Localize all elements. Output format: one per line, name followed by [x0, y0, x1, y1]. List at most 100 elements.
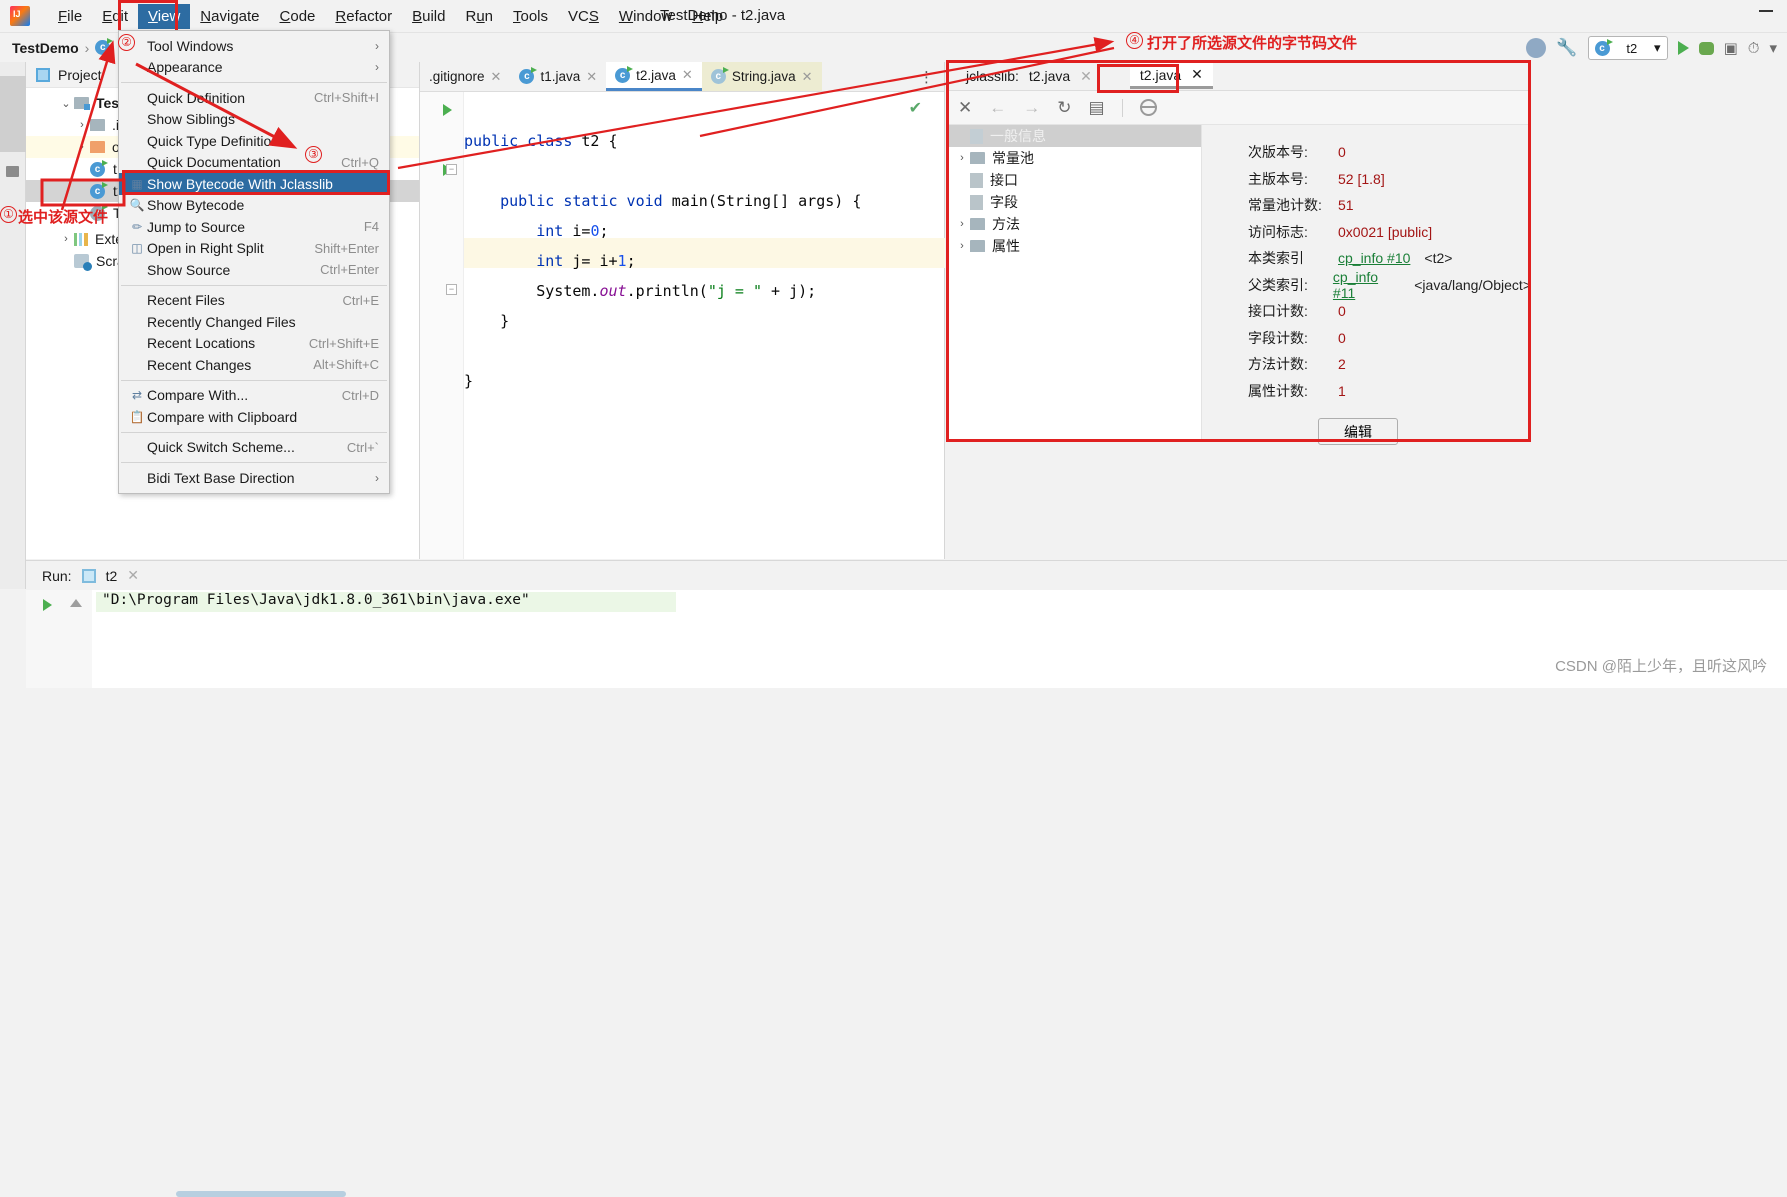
chevron-right-icon[interactable]: › — [954, 240, 970, 252]
menu-item-open-in-right-split[interactable]: ◫ Open in Right Split Shift+Enter — [119, 238, 389, 260]
structure-icon[interactable] — [6, 166, 19, 177]
menu-item-show-bytecode[interactable]: 🔍 Show Bytecode — [119, 195, 389, 217]
menu-item-label: Tool Windows — [147, 37, 234, 54]
back-icon[interactable]: ← — [989, 98, 1006, 118]
chevron-right-icon[interactable]: › — [954, 152, 970, 164]
menu-item-label: Recently Changed Files — [147, 313, 296, 330]
edit-button[interactable]: 编辑 — [1318, 418, 1398, 445]
tool-tab-project[interactable]: Project — [0, 76, 26, 152]
chevron-right-icon[interactable]: › — [74, 141, 90, 153]
menu-vcs[interactable]: VCS — [558, 4, 609, 29]
jclasslib-detail-pane: 次版本号: 0 主版本号: 52 [1.8] 常量池计数: 51 访问标志: 0… — [1202, 125, 1531, 445]
menu-build[interactable]: Build — [402, 4, 455, 29]
jclasslib-tab-prefix: jclasslib: — [966, 68, 1019, 84]
chevron-down-icon[interactable]: ▾ — [1654, 40, 1661, 56]
scroll-up-icon[interactable] — [70, 599, 82, 607]
menu-code[interactable]: Code — [270, 4, 326, 29]
editor-tab-string[interactable]: c String.java ✕ — [701, 62, 822, 91]
jclasslib-node-attributes[interactable]: › 属性 — [946, 235, 1201, 257]
avatar-icon[interactable] — [1526, 38, 1547, 58]
menu-edit[interactable]: Edit — [92, 4, 138, 29]
more-icon[interactable]: ▾ — [1769, 39, 1777, 57]
fold-icon[interactable]: − — [446, 284, 457, 295]
close-icon[interactable]: ✕ — [491, 69, 502, 85]
menu-file[interactable]: File — [48, 4, 92, 29]
inspection-status-icon[interactable]: ✔ — [909, 98, 922, 118]
menu-item-show-source[interactable]: Show Source Ctrl+Enter — [119, 259, 389, 281]
menu-item-compare-with-clipboard[interactable]: 📋 Compare with Clipboard — [119, 406, 389, 428]
breadcrumb-project[interactable]: TestDemo — [12, 40, 79, 56]
menu-item-appearance[interactable]: Appearance › — [119, 57, 389, 79]
menu-item-tool-windows[interactable]: Tool Windows › — [119, 35, 389, 57]
menu-item-compare-with[interactable]: ⇄ Compare With... Ctrl+D — [119, 385, 389, 407]
menu-item-quick-documentation[interactable]: Quick Documentation Ctrl+Q — [119, 152, 389, 174]
menu-item-bidi-text-base-direction[interactable]: Bidi Text Base Direction › — [119, 467, 389, 489]
detail-row-minor-version: 次版本号: 0 — [1248, 139, 1531, 166]
chevron-right-icon[interactable]: › — [74, 119, 90, 131]
menu-item-show-bytecode-with-jclasslib[interactable]: ▦ Show Bytecode With Jclasslib — [119, 173, 389, 195]
run-configuration-selector[interactable]: c t2 ▾ — [1587, 36, 1668, 60]
jclasslib-node-fields[interactable]: 字段 — [946, 191, 1201, 213]
close-icon[interactable]: ✕ — [127, 567, 139, 584]
code-content[interactable]: public class t2 { public static void mai… — [464, 92, 945, 559]
wrench-icon[interactable]: 🔧 — [1556, 38, 1577, 58]
menu-item-recent-locations[interactable]: Recent Locations Ctrl+Shift+E — [119, 333, 389, 355]
menu-item-jump-to-source[interactable]: ✏ Jump to Source F4 — [119, 216, 389, 238]
java-class-icon: c — [90, 181, 108, 199]
close-icon[interactable]: ✕ — [682, 67, 693, 83]
jclasslib-node-methods[interactable]: › 方法 — [946, 213, 1201, 235]
detail-label: 主版本号: — [1248, 170, 1308, 187]
menu-refactor[interactable]: Refactor — [325, 4, 402, 29]
menu-item-recent-changes[interactable]: Recent Changes Alt+Shift+C — [119, 354, 389, 376]
menu-item-quick-definition[interactable]: Quick Definition Ctrl+Shift+I — [119, 87, 389, 109]
close-icon[interactable]: ✕ — [802, 69, 813, 85]
minimize-icon[interactable] — [1759, 10, 1773, 12]
libraries-icon — [74, 232, 88, 246]
close-icon[interactable]: ✕ — [958, 98, 972, 118]
chevron-right-icon[interactable]: › — [954, 218, 970, 230]
jclasslib-tab-main[interactable]: jclasslib: t2.java ✕ — [958, 68, 1100, 85]
chevron-down-icon[interactable]: ⌄ — [58, 97, 74, 110]
forward-icon[interactable]: → — [1023, 98, 1040, 118]
profile-icon[interactable]: ⏱ — [1748, 40, 1760, 57]
menu-item-recent-files[interactable]: Recent Files Ctrl+E — [119, 290, 389, 312]
menu-item-shortcut: Ctrl+Q — [341, 154, 379, 170]
close-icon[interactable]: ✕ — [1191, 66, 1203, 83]
fold-icon[interactable]: − — [446, 164, 457, 175]
detail-row-attributes-count: 属性计数: 1 — [1248, 378, 1531, 405]
menu-item-quick-switch-scheme[interactable]: Quick Switch Scheme... Ctrl+` — [119, 437, 389, 459]
menu-item-label: Recent Changes — [147, 356, 252, 373]
jclasslib-node-interfaces[interactable]: 接口 — [946, 169, 1201, 191]
reload-icon[interactable]: ↻ — [1057, 98, 1071, 118]
menu-item-show-siblings[interactable]: Show Siblings — [119, 109, 389, 131]
detail-value-link[interactable]: cp_info #11 — [1333, 269, 1400, 301]
coverage-icon[interactable]: ▣ — [1724, 39, 1738, 57]
detail-value-link[interactable]: cp_info #10 — [1338, 250, 1410, 266]
bytecode-icon: ▦ — [131, 176, 143, 191]
editor-tab-t2[interactable]: c t2.java ✕ — [606, 62, 702, 91]
menu-run[interactable]: Run — [455, 4, 503, 29]
menu-item-quick-type-definition[interactable]: Quick Type Definition — [119, 130, 389, 152]
run-gutter-icon[interactable] — [443, 104, 452, 116]
rerun-icon[interactable] — [43, 599, 52, 611]
menu-view[interactable]: View — [138, 3, 191, 29]
run-tab-label[interactable]: t2 — [106, 568, 118, 584]
jclasslib-node-constant-pool[interactable]: › 常量池 — [946, 147, 1201, 169]
menu-tools[interactable]: Tools — [503, 4, 558, 29]
editor-tab-overflow-icon[interactable]: ⋮ — [910, 62, 944, 91]
chevron-right-icon[interactable]: › — [58, 233, 74, 245]
editor-tab-t1[interactable]: c t1.java ✕ — [510, 62, 607, 91]
save-icon[interactable]: ▤ — [1089, 98, 1105, 118]
detail-value: 0 — [1338, 303, 1346, 320]
console-horizontal-scrollbar[interactable] — [176, 1191, 346, 1197]
browse-icon[interactable] — [1139, 99, 1157, 116]
close-icon[interactable]: ✕ — [586, 69, 597, 85]
jclasslib-node-general-info[interactable]: 一般信息 — [946, 125, 1201, 147]
close-icon[interactable]: ✕ — [1080, 68, 1092, 85]
menu-item-recently-changed-files[interactable]: Recently Changed Files — [119, 311, 389, 333]
java-class-icon: c — [1594, 38, 1613, 56]
run-icon[interactable] — [1677, 41, 1689, 55]
menu-navigate[interactable]: Navigate — [190, 4, 269, 29]
debug-icon[interactable] — [1698, 41, 1714, 55]
editor-tab-gitignore[interactable]: .gitignore ✕ — [420, 62, 511, 91]
